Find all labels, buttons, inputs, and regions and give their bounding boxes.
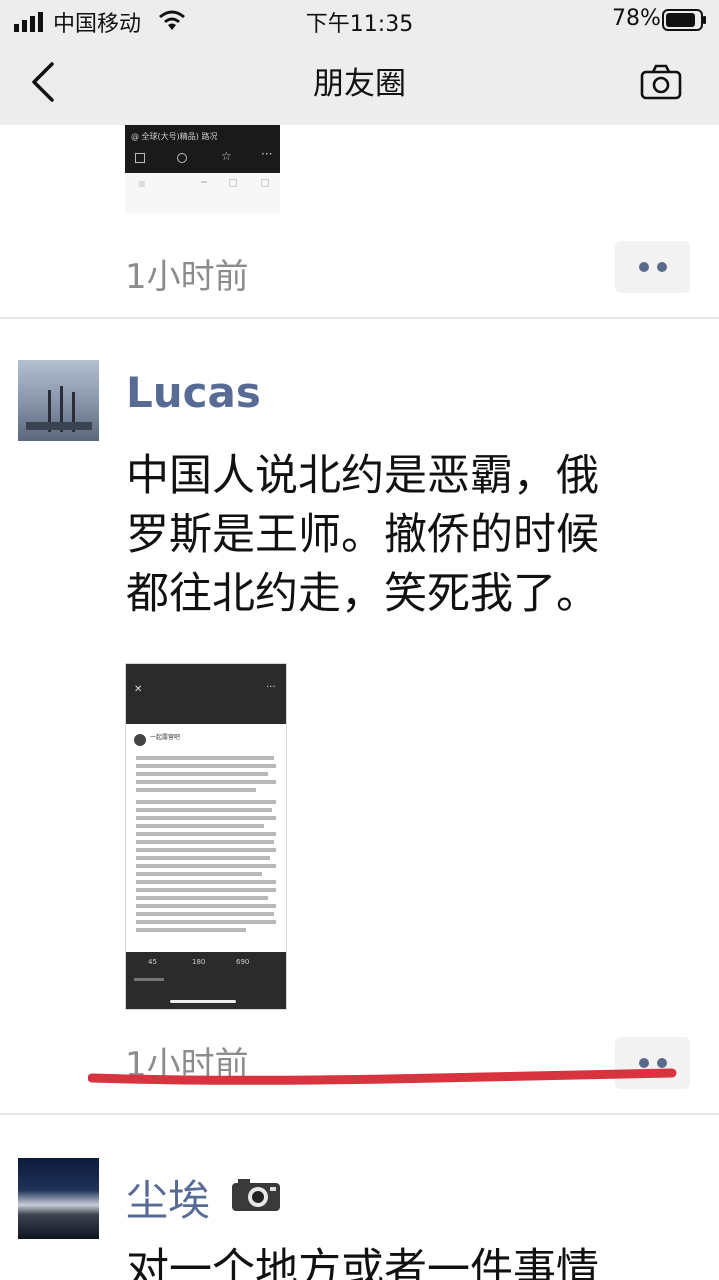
image-profile-name: 一起露营吧 xyxy=(150,734,181,741)
image-avatar xyxy=(134,734,146,746)
more-button[interactable] xyxy=(615,241,690,293)
image-text-block xyxy=(126,752,286,952)
author-name[interactable]: Lucas xyxy=(126,368,261,417)
image-toolbar-icon xyxy=(177,153,187,163)
post-image[interactable]: ✕ ··· 一起露营吧 45 180 690 xyxy=(125,663,287,1010)
page-title: 朋友圈 xyxy=(313,66,406,102)
image-toolbar-icon xyxy=(135,153,145,163)
post-image[interactable]: @ 全球(大号)精品) 路况 ☆ ··· xyxy=(125,125,280,173)
red-underline-mark xyxy=(87,1060,678,1090)
image-star-icon: ☆ xyxy=(221,149,232,163)
camera-button[interactable] xyxy=(640,64,682,100)
image-footer-bar: 45 180 690 xyxy=(126,952,286,1009)
battery-icon xyxy=(662,8,708,32)
divider xyxy=(0,1113,719,1115)
image-stat: 45 xyxy=(148,958,157,966)
divider xyxy=(0,317,719,319)
image-header-bar: ✕ ··· xyxy=(126,664,286,724)
image-caption: @ 全球(大号)精品) 路况 xyxy=(131,132,218,141)
battery-percent: 78% xyxy=(612,6,661,31)
image-stat: 690 xyxy=(236,958,250,966)
avatar[interactable] xyxy=(18,1158,99,1239)
image-more-icon: ··· xyxy=(261,147,273,161)
camera-emoji-icon xyxy=(230,1177,282,1213)
avatar[interactable] xyxy=(18,360,99,441)
image-close-icon: ✕ xyxy=(134,684,143,695)
image-more-icon: ··· xyxy=(266,682,276,693)
top-bar: 中国移动 下午11:35 78% 朋友圈 xyxy=(0,0,719,125)
camera-icon xyxy=(640,64,682,100)
post-text-line: 中国人说北约是恶霸，俄 xyxy=(126,451,599,501)
moments-feed[interactable]: @ 全球(大号)精品) 路况 ☆ ··· 1小时前 Lucas 中国人说北约是恶… xyxy=(0,125,719,1280)
post-time: 1小时前 xyxy=(125,257,249,297)
post-text-line: 都往北约走，笑死我了。 xyxy=(126,569,599,619)
post-text-line: 罗斯是王师。撤侨的时候 xyxy=(126,510,599,560)
image-stat: 180 xyxy=(192,958,206,966)
author-name[interactable]: 尘埃 xyxy=(126,1167,210,1228)
post-image-lower xyxy=(125,173,280,213)
post-text-line: 对一个地方或者一件事情 xyxy=(126,1245,599,1280)
